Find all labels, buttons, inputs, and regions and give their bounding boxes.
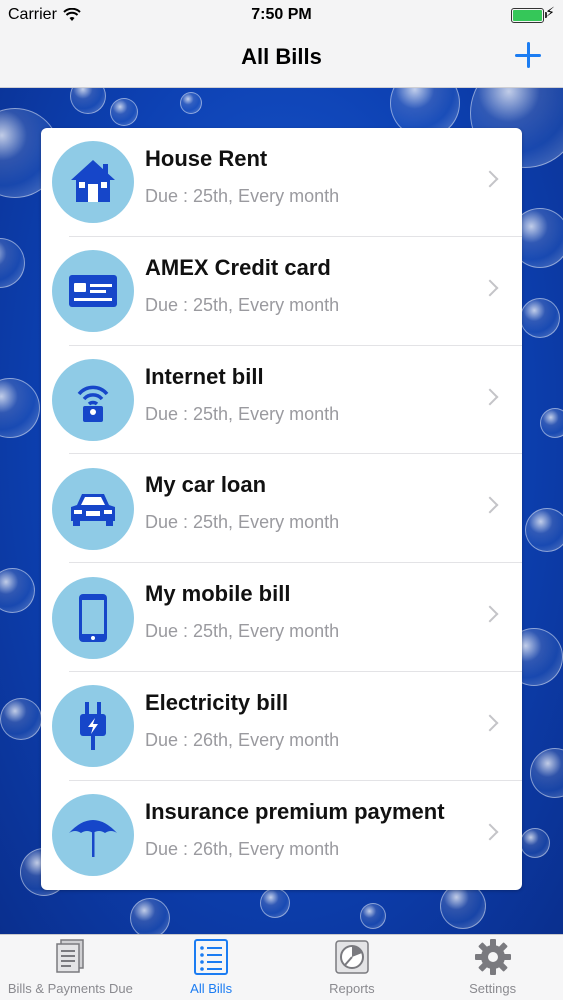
bill-text: House Rent Due : 25th, Every month [145, 146, 339, 207]
gear-icon [473, 937, 513, 977]
bill-name: AMEX Credit card [145, 254, 331, 280]
credit-card-icon [52, 250, 134, 333]
bill-row-house-rent[interactable]: House Rent Due : 25th, Every month [41, 128, 522, 237]
bill-row-mobile[interactable]: My mobile bill Due : 25th, Every month [41, 563, 522, 672]
bill-row-amex[interactable]: AMEX Credit card Due : 25th, Every month [41, 237, 522, 346]
bill-text: Insurance premium payment Due : 26th, Ev… [145, 799, 445, 860]
bills-list: House Rent Due : 25th, Every month AMEX … [41, 128, 522, 890]
bill-name: Insurance premium payment [145, 798, 445, 824]
electric-plug-icon [52, 685, 134, 768]
bill-due: Due : 25th, Every month [145, 294, 340, 315]
bill-text: Electricity bill Due : 26th, Every month [145, 690, 339, 751]
tab-label: Bills & Payments Due [7, 981, 133, 996]
tab-all-bills[interactable]: All Bills [141, 935, 282, 1000]
chevron-right-icon [481, 823, 499, 841]
pie-chart-icon [332, 937, 372, 977]
house-icon [52, 141, 134, 224]
bill-name: My car loan [145, 472, 267, 498]
bill-due: Due : 25th, Every month [145, 621, 340, 642]
navigation-header: Carrier 7:50 PM ⚡ All Bills [0, 0, 563, 88]
chevron-right-icon [481, 496, 499, 514]
bill-name: House Rent [145, 146, 268, 171]
bill-text: Internet bill Due : 25th, Every month [145, 364, 339, 425]
tab-settings[interactable]: Settings [422, 935, 563, 1000]
page-title: All Bills [241, 44, 322, 69]
add-bill-button[interactable] [511, 38, 545, 72]
bill-due: Due : 26th, Every month [145, 729, 340, 750]
tab-bills-payments-due[interactable]: Bills & Payments Due [0, 935, 141, 1000]
bill-name: My mobile bill [145, 581, 291, 607]
bill-row-internet[interactable]: Internet bill Due : 25th, Every month [41, 346, 522, 455]
bill-row-car-loan[interactable]: My car loan Due : 25th, Every month [41, 454, 522, 564]
bill-text: My mobile bill Due : 25th, Every month [145, 581, 339, 642]
status-bar: Carrier 7:50 PM ⚡ [0, 0, 563, 30]
car-icon [52, 467, 134, 550]
bill-name: Internet bill [145, 363, 264, 389]
tab-label: Settings [469, 981, 517, 996]
mobile-phone-icon [52, 576, 134, 659]
bill-row-electricity[interactable]: Electricity bill Due : 26th, Every month [41, 672, 522, 781]
bill-due: Due : 25th, Every month [145, 403, 340, 424]
charging-icon: ⚡ [545, 4, 555, 20]
chevron-right-icon [481, 279, 499, 297]
bill-name: Electricity bill [145, 689, 289, 715]
bill-due: Due : 25th, Every month [145, 512, 340, 533]
tab-label: Reports [329, 981, 375, 996]
documents-icon [50, 937, 90, 977]
bill-row-insurance[interactable]: Insurance premium payment Due : 26th, Ev… [41, 781, 522, 890]
status-time: 7:50 PM [251, 6, 312, 23]
wifi-router-icon [52, 358, 134, 441]
chevron-right-icon [481, 605, 499, 623]
umbrella-icon [52, 794, 134, 877]
list-icon [191, 937, 231, 977]
tab-label: All Bills [190, 981, 233, 996]
chevron-right-icon [481, 170, 499, 188]
bill-text: AMEX Credit card Due : 25th, Every month [145, 255, 339, 316]
tab-reports[interactable]: Reports [282, 935, 423, 1000]
chevron-right-icon [481, 388, 499, 406]
bill-due: Due : 25th, Every month [145, 186, 340, 206]
tab-bar: Bills & Payments Due All Bills Reports S… [0, 934, 563, 1000]
bill-text: My car loan Due : 25th, Every month [145, 472, 339, 533]
chevron-right-icon [481, 714, 499, 732]
bill-due: Due : 26th, Every month [145, 838, 340, 859]
